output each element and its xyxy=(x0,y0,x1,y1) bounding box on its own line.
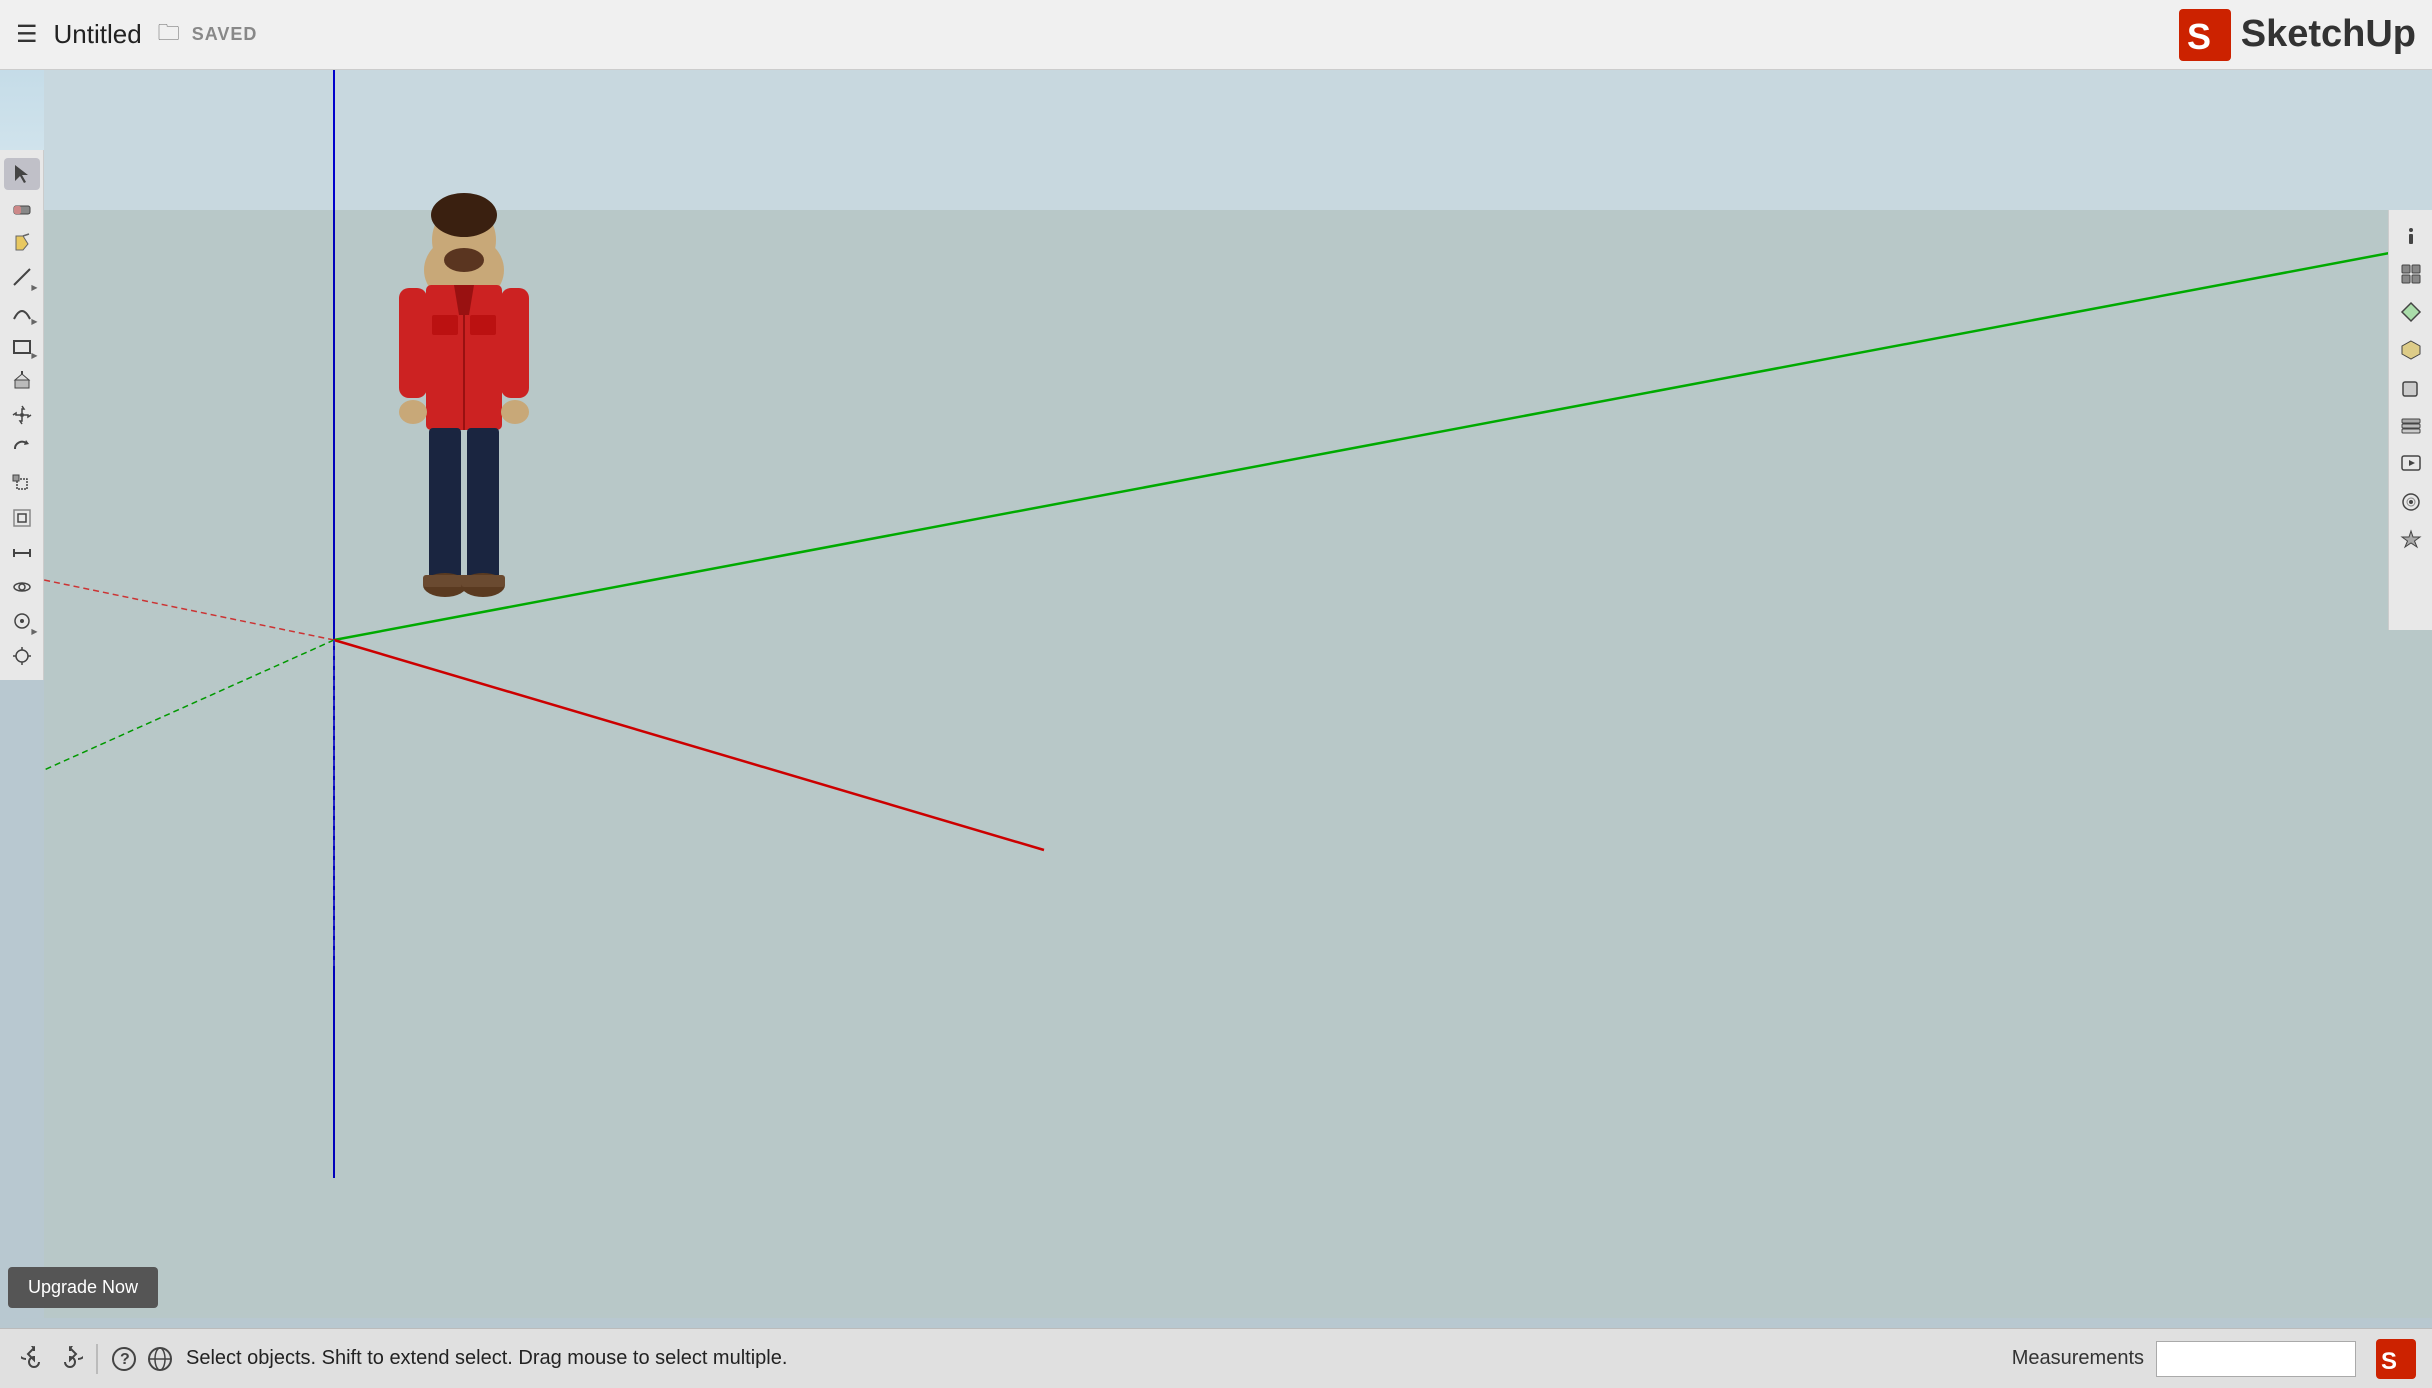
topbar: ☰ Untitled 🗀 SAVED S SketchUp xyxy=(0,0,2432,70)
measurements-input[interactable] xyxy=(2156,1341,2356,1377)
measurements-label: Measurements xyxy=(2012,1347,2144,1370)
redo-button[interactable] xyxy=(52,1341,88,1377)
svg-text:S: S xyxy=(2381,1348,2397,1375)
scale-tool[interactable] xyxy=(4,468,40,500)
offset-tool[interactable] xyxy=(4,502,40,534)
help-button[interactable]: ? xyxy=(106,1341,142,1377)
folder-icon[interactable]: 🗀 xyxy=(158,16,180,54)
arc-tool[interactable]: ▶ xyxy=(4,296,40,328)
entity-info-panel[interactable] xyxy=(2393,218,2429,254)
move-tool[interactable] xyxy=(4,399,40,431)
sketchup-logo-text: SketchUp xyxy=(2241,13,2416,56)
undo-button[interactable] xyxy=(16,1341,52,1377)
left-toolbar: ▶ ▶ ▶ xyxy=(0,150,44,680)
measurements-area: Measurements S xyxy=(2012,1339,2416,1379)
viewport[interactable] xyxy=(44,70,2432,1318)
upgrade-button[interactable]: Upgrade Now xyxy=(8,1267,158,1308)
shapes-tool[interactable]: ▶ xyxy=(4,330,40,362)
styles-panel[interactable] xyxy=(2393,484,2429,520)
saved-status: SAVED xyxy=(192,24,258,45)
components-panel[interactable] xyxy=(2393,256,2429,292)
sketchup-logo: S SketchUp xyxy=(2179,9,2416,61)
layers-panel[interactable] xyxy=(2393,408,2429,444)
rotate-tool[interactable] xyxy=(4,433,40,465)
pan-tool[interactable]: ▶ xyxy=(4,605,40,637)
scenes-panel[interactable] xyxy=(2393,446,2429,482)
extension-warehouse-panel[interactable] xyxy=(2393,522,2429,558)
select-tool[interactable] xyxy=(4,158,40,190)
human-figure xyxy=(364,130,564,650)
sketchup-logo-icon: S xyxy=(2179,9,2231,61)
tape-measure-tool[interactable] xyxy=(4,536,40,568)
right-toolbar xyxy=(2388,210,2432,630)
solid-tools-panel[interactable] xyxy=(2393,370,2429,406)
separator xyxy=(96,1344,98,1374)
globe-button[interactable] xyxy=(142,1341,178,1377)
document-title: Untitled xyxy=(54,19,142,50)
bottombar: ? Select objects. Shift to extend select… xyxy=(0,1328,2432,1388)
status-text: Select objects. Shift to extend select. … xyxy=(186,1347,787,1370)
look-around-tool[interactable] xyxy=(4,640,40,672)
paint-bucket-tool[interactable] xyxy=(4,227,40,259)
menu-icon[interactable]: ☰ xyxy=(16,20,38,49)
3d-warehouse-panel[interactable] xyxy=(2393,332,2429,368)
push-pull-tool[interactable] xyxy=(4,364,40,396)
sketchup-bug-icon: S xyxy=(2376,1339,2416,1379)
svg-text:?: ? xyxy=(120,1351,130,1368)
materials-panel[interactable] xyxy=(2393,294,2429,330)
eraser-tool[interactable] xyxy=(4,192,40,224)
svg-text:S: S xyxy=(2187,16,2211,57)
line-tool[interactable]: ▶ xyxy=(4,261,40,293)
orbit-tool[interactable] xyxy=(4,571,40,603)
